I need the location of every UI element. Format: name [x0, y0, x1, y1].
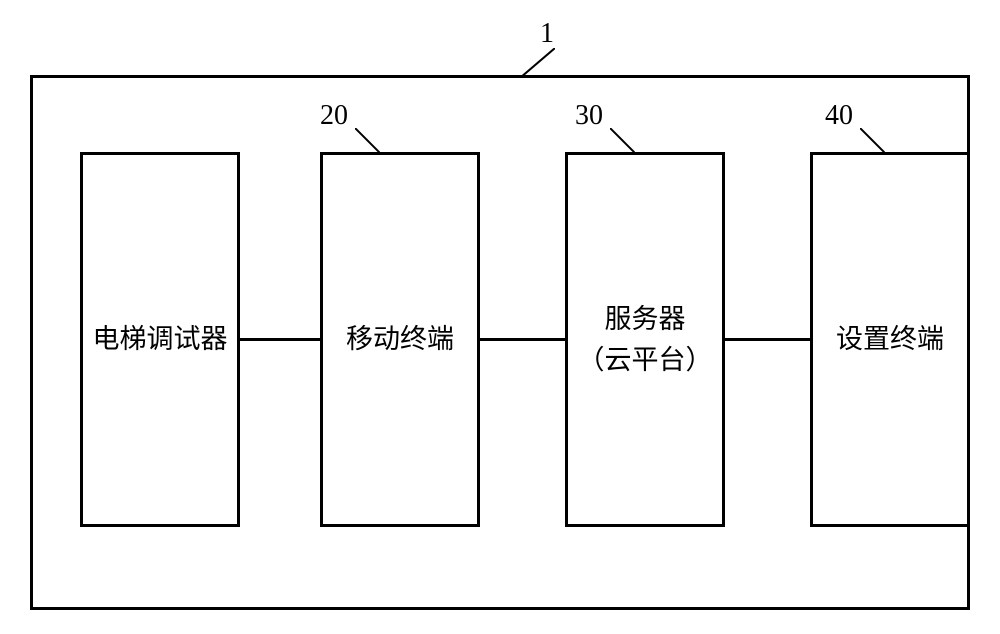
lead-line-30	[610, 128, 635, 153]
mobile-terminal-box: 移动终端	[320, 152, 480, 527]
box-text-line1: 服务器	[605, 299, 686, 340]
lead-line-20	[355, 128, 380, 153]
label-20: 20	[320, 100, 348, 132]
box-text: 电梯调试器	[93, 319, 228, 360]
label-40: 40	[825, 100, 853, 132]
connector-3-4	[725, 338, 810, 341]
lead-line-container	[520, 48, 555, 78]
connector-2-3	[480, 338, 565, 341]
connector-1-2	[240, 338, 320, 341]
box-text: 设置终端	[836, 319, 944, 360]
box-text-line2: （云平台）	[578, 340, 713, 381]
box-text: 移动终端	[346, 319, 454, 360]
label-30: 30	[575, 100, 603, 132]
server-box: 服务器 （云平台）	[565, 152, 725, 527]
label-container: 1	[540, 18, 554, 50]
elevator-debugger-box: 电梯调试器	[80, 152, 240, 527]
settings-terminal-box: 设置终端	[810, 152, 970, 527]
lead-line-40	[860, 128, 885, 153]
